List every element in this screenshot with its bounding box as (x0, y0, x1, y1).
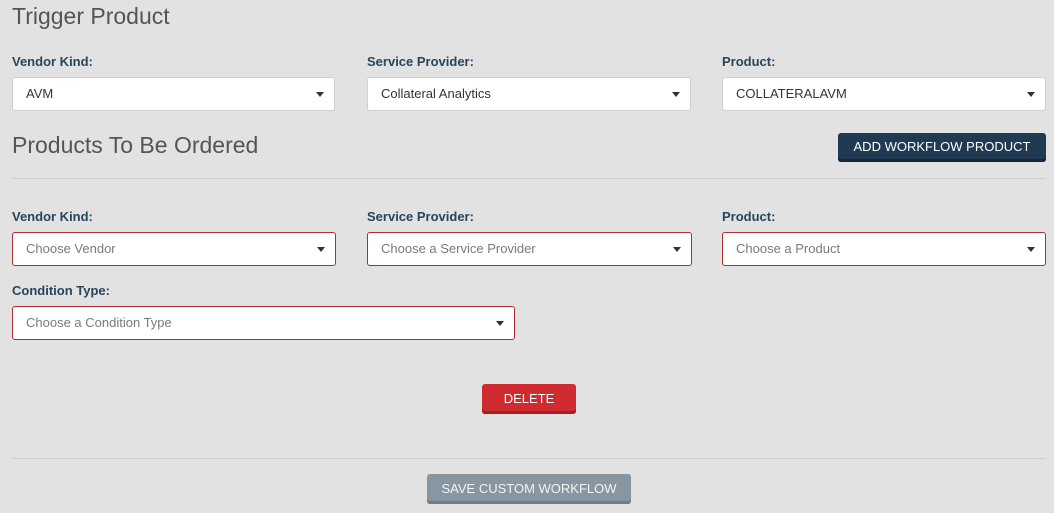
trigger-vendor-kind-label: Vendor Kind: (12, 54, 93, 69)
dropdown-caret-icon (673, 247, 681, 252)
products-to-order-title: Products To Be Ordered (12, 132, 259, 158)
trigger-service-provider-label: Service Provider: (367, 54, 474, 69)
ordered-service-provider-label: Service Provider: (367, 209, 474, 224)
condition-type-label: Condition Type: (12, 283, 110, 298)
delete-button[interactable]: DELETE (482, 384, 576, 414)
trigger-product-title: Trigger Product (12, 3, 170, 29)
trigger-product-label: Product: (722, 54, 776, 69)
dropdown-caret-icon (316, 92, 324, 97)
ordered-product-label: Product: (722, 209, 776, 224)
dropdown-caret-icon (496, 321, 504, 326)
condition-type-placeholder: Choose a Condition Type (26, 315, 172, 330)
ordered-product-placeholder: Choose a Product (736, 241, 841, 256)
dropdown-caret-icon (1027, 92, 1035, 97)
condition-type-select[interactable]: Choose a Condition Type (12, 306, 515, 340)
trigger-vendor-kind-value: AVM (26, 86, 54, 101)
trigger-service-provider-value: Collateral Analytics (381, 86, 491, 101)
dropdown-caret-icon (1027, 247, 1035, 252)
custom-workflow-page: Trigger Product Vendor Kind: AVM Service… (0, 0, 1054, 513)
ordered-vendor-kind-placeholder: Choose Vendor (26, 241, 116, 256)
trigger-vendor-kind-select[interactable]: AVM (12, 77, 335, 111)
trigger-service-provider-select[interactable]: Collateral Analytics (367, 77, 691, 111)
trigger-product-select[interactable]: COLLATERALAVM (722, 77, 1046, 111)
trigger-product-value: COLLATERALAVM (736, 86, 847, 101)
ordered-product-select[interactable]: Choose a Product (722, 232, 1046, 266)
footer-divider (12, 458, 1046, 459)
dropdown-caret-icon (317, 247, 325, 252)
ordered-service-provider-placeholder: Choose a Service Provider (381, 241, 536, 256)
ordered-vendor-kind-label: Vendor Kind: (12, 209, 93, 224)
ordered-service-provider-select[interactable]: Choose a Service Provider (367, 232, 692, 266)
add-workflow-product-button[interactable]: ADD WORKFLOW PRODUCT (838, 133, 1046, 162)
ordered-vendor-kind-select[interactable]: Choose Vendor (12, 232, 336, 266)
save-custom-workflow-button[interactable]: SAVE CUSTOM WORKFLOW (427, 474, 631, 504)
dropdown-caret-icon (672, 92, 680, 97)
section-divider (12, 178, 1046, 179)
